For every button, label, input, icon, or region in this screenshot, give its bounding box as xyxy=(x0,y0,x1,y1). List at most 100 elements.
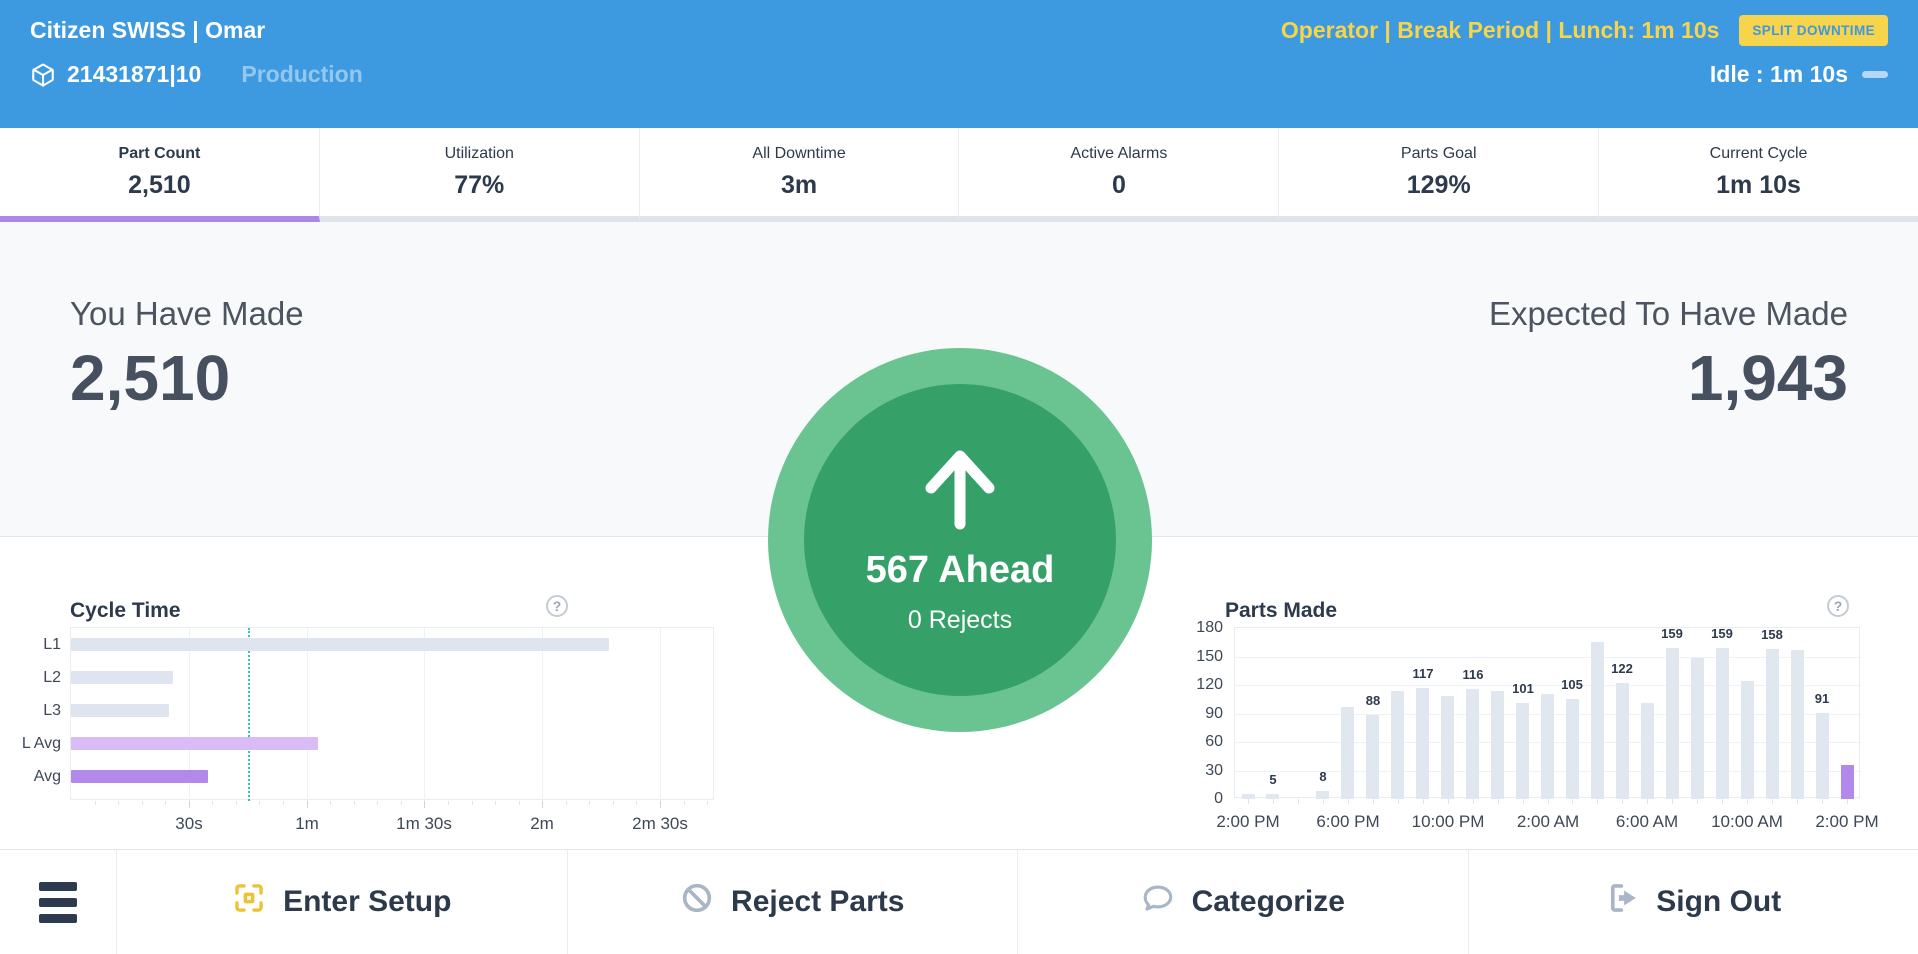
axis-minor-tick xyxy=(377,801,378,805)
tab-current-cycle[interactable]: Current Cycle 1m 10s xyxy=(1599,128,1918,222)
split-downtime-button[interactable]: SPLIT DOWNTIME xyxy=(1739,15,1888,46)
grid-line xyxy=(660,628,661,801)
axis-minor-tick xyxy=(95,801,96,805)
x-tick-label: 6:00 PM xyxy=(1293,812,1403,832)
tab-value: 1m 10s xyxy=(1599,171,1918,200)
minimize-icon[interactable] xyxy=(1862,71,1888,78)
axis-minor-tick xyxy=(472,801,473,805)
expected-value: 1,943 xyxy=(1489,341,1848,415)
x-tick-label: 2m 30s xyxy=(600,814,720,834)
axis-tick xyxy=(1672,799,1673,804)
tab-parts-goal[interactable]: Parts Goal 129% xyxy=(1279,128,1599,222)
bar-value-label: 91 xyxy=(1800,691,1844,706)
axis-tick xyxy=(1248,799,1249,804)
parts-bar xyxy=(1541,694,1554,799)
bar-value-label: 122 xyxy=(1600,661,1644,676)
tab-part-count[interactable]: Part Count 2,510 xyxy=(0,128,320,222)
axis-tick xyxy=(542,801,543,808)
axis-tick xyxy=(1772,799,1773,804)
parts-bar xyxy=(1791,650,1804,799)
parts-bar xyxy=(1242,794,1255,799)
axis-minor-tick xyxy=(448,801,449,805)
sign-out-icon xyxy=(1605,881,1639,923)
operator-status-text: Operator | Break Period | Lunch: 1m 10s xyxy=(1281,17,1720,44)
x-tick-label: 2:00 AM xyxy=(1493,812,1603,832)
axis-minor-tick xyxy=(212,801,213,805)
bar-value-label: 159 xyxy=(1650,626,1694,641)
parts-made-help-icon[interactable]: ? xyxy=(1827,595,1849,617)
row-label: Avg xyxy=(7,768,61,786)
cycle-bar xyxy=(71,770,208,783)
parts-bar xyxy=(1566,699,1579,799)
x-tick-label: 10:00 PM xyxy=(1393,812,1503,832)
cycle-bar xyxy=(71,704,169,717)
axis-minor-tick xyxy=(566,801,567,805)
axis-tick xyxy=(660,801,661,808)
tab-all-downtime[interactable]: All Downtime 3m xyxy=(640,128,960,222)
parts-bar xyxy=(1366,715,1379,799)
sign-out-button[interactable]: Sign Out xyxy=(1469,850,1918,954)
header-row-2: 21431871|10 Production Idle : 1m 10s xyxy=(30,61,1888,88)
cycle-time-help-icon[interactable]: ? xyxy=(546,595,568,617)
bar-value-label: 117 xyxy=(1401,666,1445,681)
axis-tick xyxy=(1523,799,1524,804)
cycle-time-title: Cycle Time xyxy=(70,599,181,623)
parts-bar xyxy=(1416,688,1429,799)
axis-minor-tick xyxy=(165,801,166,805)
reject-parts-button[interactable]: Reject Parts xyxy=(568,850,1019,954)
parts-bar xyxy=(1391,691,1404,799)
tab-value: 0 xyxy=(959,171,1278,200)
tab-value: 2,510 xyxy=(0,171,319,200)
axis-tick xyxy=(1423,799,1424,804)
axis-tick xyxy=(424,801,425,808)
parts-made-block: You Have Made 2,510 xyxy=(70,295,304,415)
tab-value: 3m xyxy=(640,171,959,200)
tab-value: 129% xyxy=(1279,171,1598,200)
axis-tick xyxy=(1298,799,1299,804)
tab-label: Utilization xyxy=(320,145,639,163)
axis-tick xyxy=(1747,799,1748,804)
bar-value-label: 5 xyxy=(1251,772,1295,787)
tab-utilization[interactable]: Utilization 77% xyxy=(320,128,640,222)
parts-bar xyxy=(1441,696,1454,799)
y-tick-label: 180 xyxy=(1169,619,1223,637)
made-value: 2,510 xyxy=(70,341,304,415)
axis-minor-tick xyxy=(684,801,685,805)
stats-tab-bar: Part Count 2,510 Utilization 77% All Dow… xyxy=(0,128,1918,222)
tab-active-alarms[interactable]: Active Alarms 0 xyxy=(959,128,1279,222)
bar-value-label: 101 xyxy=(1501,681,1545,696)
categorize-label: Categorize xyxy=(1192,885,1345,919)
expected-label: Expected To Have Made xyxy=(1489,295,1848,333)
tab-label: Current Cycle xyxy=(1599,145,1918,163)
axis-tick xyxy=(1548,799,1549,804)
row-label: L2 xyxy=(7,669,61,687)
tab-value: 77% xyxy=(320,171,639,200)
machine-title: Citizen SWISS | Omar xyxy=(30,17,265,44)
target-cycle-line xyxy=(248,628,250,801)
sign-out-label: Sign Out xyxy=(1656,885,1781,919)
axis-tick xyxy=(1323,799,1324,804)
hamburger-icon xyxy=(39,882,77,891)
menu-button[interactable] xyxy=(0,850,117,954)
axis-minor-tick xyxy=(330,801,331,805)
y-tick-label: 120 xyxy=(1169,676,1223,694)
enter-setup-button[interactable]: Enter Setup xyxy=(117,850,568,954)
y-tick-label: 90 xyxy=(1169,705,1223,723)
x-tick-label: 6:00 AM xyxy=(1592,812,1702,832)
axis-tick xyxy=(1348,799,1349,804)
axis-tick xyxy=(189,801,190,808)
axis-minor-tick xyxy=(401,801,402,805)
x-tick-label: 1m 30s xyxy=(364,814,484,834)
categorize-button[interactable]: Categorize xyxy=(1018,850,1469,954)
cycle-time-plot: 30s1m1m 30s2m2m 30sL1L2L3L AvgAvg xyxy=(70,627,714,800)
cycle-bar xyxy=(71,737,318,750)
axis-minor-tick xyxy=(259,801,260,805)
y-tick-label: 60 xyxy=(1169,733,1223,751)
axis-tick xyxy=(1622,799,1623,804)
progress-circle-inner: 567 Ahead 0 Rejects xyxy=(804,384,1116,696)
y-tick-label: 0 xyxy=(1169,790,1223,808)
axis-minor-tick xyxy=(589,801,590,805)
bar-value-label: 105 xyxy=(1550,677,1594,692)
axis-tick xyxy=(1722,799,1723,804)
axis-minor-tick xyxy=(236,801,237,805)
